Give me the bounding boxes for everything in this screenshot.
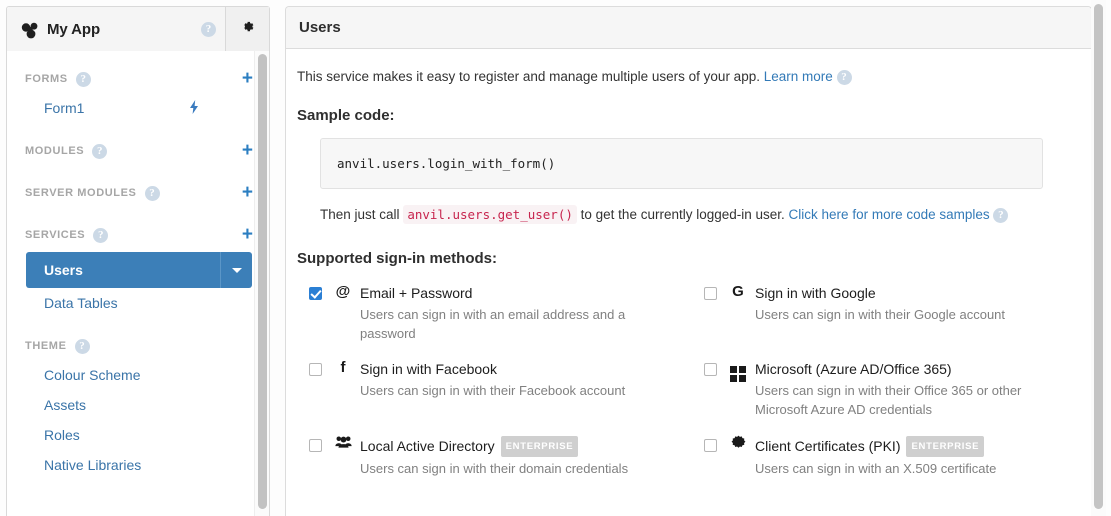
add-service-button[interactable]: + <box>242 225 253 244</box>
sidebar-section-theme: THEME ? <box>7 332 269 360</box>
help-circle-icon[interactable]: ? <box>836 69 852 85</box>
method-google[interactable]: G Sign in with Google Users can sign in … <box>704 276 1069 352</box>
sidebar-section-modules: MODULES ? + <box>7 137 269 165</box>
app-name-tab[interactable]: My App ? <box>7 7 227 51</box>
checkbox-microsoft[interactable] <box>704 363 717 376</box>
microsoft-windows-icon <box>728 359 748 382</box>
sidebar-item-label: Users <box>44 262 83 278</box>
sample-code-heading: Sample code: <box>297 107 395 124</box>
sidebar-item-label: Form1 <box>44 100 85 116</box>
then-just-call-line: Then just call anvil.users.get_user() to… <box>320 205 1069 224</box>
methods-heading: Supported sign-in methods: <box>297 250 497 267</box>
method-description: Users can sign in with an X.509 certific… <box>755 461 997 476</box>
sidebar-item-native-libraries[interactable]: Native Libraries <box>7 450 269 480</box>
app-title: My App <box>47 20 101 38</box>
method-local-active-directory[interactable]: Local Active Directory ENTERPRISE Users c… <box>309 428 669 487</box>
page-scrollbar[interactable] <box>1091 0 1106 516</box>
sidebar-item-users[interactable]: Users <box>26 252 252 288</box>
intro-paragraph: This service makes it easy to register a… <box>297 68 1069 86</box>
facebook-f-icon: f <box>340 359 346 376</box>
sidebar-tab-bar: My App ? <box>7 7 269 51</box>
sign-in-methods-grid: @ Email + Password Users can sign in wit… <box>297 276 1069 487</box>
main-panel: Users This service makes it easy to regi… <box>285 6 1092 516</box>
checkbox-facebook[interactable] <box>309 363 322 376</box>
gear-icon <box>240 19 255 39</box>
help-circle-icon[interactable]: ? <box>74 338 90 354</box>
method-title: Email + Password <box>360 285 473 301</box>
google-g-icon: G <box>732 283 744 300</box>
method-description: Users can sign in with their Google acco… <box>755 307 1006 322</box>
method-title: Client Certificates (PKI) ENTERPRISE <box>755 436 985 457</box>
sidebar-item-colour-scheme[interactable]: Colour Scheme <box>7 360 269 390</box>
method-description: Users can sign in with their Facebook ac… <box>360 383 626 398</box>
sidebar-section-server-modules: SERVER MODULES ? + <box>7 179 269 207</box>
learn-more-link[interactable]: Learn more <box>764 69 833 84</box>
help-circle-icon[interactable]: ? <box>75 71 91 87</box>
help-circle-icon[interactable]: ? <box>93 227 109 243</box>
method-title: Local Active Directory ENTERPRISE <box>360 436 579 457</box>
method-title: Sign in with Google <box>755 285 876 301</box>
method-title-text: Local Active Directory <box>360 438 495 454</box>
at-sign-icon: @ <box>335 283 351 300</box>
help-circle-icon[interactable]: ? <box>201 21 216 37</box>
settings-tab[interactable] <box>225 7 269 51</box>
checkbox-local-active-directory[interactable] <box>309 439 322 452</box>
method-title-text: Client Certificates (PKI) <box>755 438 901 454</box>
method-description: Users can sign in with their Office 365 … <box>755 383 1022 417</box>
method-facebook[interactable]: f Sign in with Facebook Users can sign i… <box>309 352 669 428</box>
page-scrollbar-thumb[interactable] <box>1094 4 1103 509</box>
enterprise-badge: ENTERPRISE <box>906 436 985 457</box>
main-body: This service makes it easy to register a… <box>286 49 1091 487</box>
app-root: My App ? FORMS ? + Form1 MODULES ? + SER… <box>0 0 1111 516</box>
add-form-button[interactable]: + <box>242 69 253 88</box>
method-microsoft[interactable]: Microsoft (Azure AD/Office 365) Users ca… <box>704 352 1069 428</box>
sidebar-scroll-area: FORMS ? + Form1 MODULES ? + SERVER MODUL… <box>7 51 269 516</box>
method-description: Users can sign in with an email address … <box>360 307 626 341</box>
method-title: Sign in with Facebook <box>360 361 497 377</box>
sidebar: My App ? FORMS ? + Form1 MODULES ? + SER… <box>6 6 270 516</box>
sidebar-item-assets[interactable]: Assets <box>7 390 269 420</box>
sidebar-item-roles[interactable]: Roles <box>7 420 269 450</box>
then-prefix-text: Then just call <box>320 207 400 222</box>
lightning-bolt-icon[interactable] <box>189 99 199 117</box>
main-header: Users <box>286 7 1091 49</box>
page-title: Users <box>299 19 341 36</box>
enterprise-badge: ENTERPRISE <box>500 436 579 457</box>
more-code-samples-link[interactable]: Click here for more code samples <box>789 207 990 222</box>
sample-code-block: anvil.users.login_with_form() <box>320 138 1043 189</box>
sidebar-item-data-tables[interactable]: Data Tables <box>7 288 269 318</box>
section-label-services: SERVICES <box>25 229 86 241</box>
section-label-server-modules: SERVER MODULES <box>25 187 137 199</box>
caret-down-icon <box>231 267 242 273</box>
anvil-blocks-logo-icon <box>21 22 40 39</box>
certificate-seal-icon <box>728 435 748 454</box>
method-description: Users can sign in with their domain cred… <box>360 461 629 476</box>
method-client-certificates[interactable]: Client Certificates (PKI) ENTERPRISE User… <box>704 428 1069 487</box>
section-label-forms: FORMS <box>25 73 68 85</box>
help-circle-icon[interactable]: ? <box>144 185 160 201</box>
checkbox-client-certificates[interactable] <box>704 439 717 452</box>
users-group-icon <box>333 435 353 453</box>
sidebar-scrollbar-thumb[interactable] <box>258 54 267 509</box>
intro-text: This service makes it easy to register a… <box>297 69 760 84</box>
sidebar-item-form1[interactable]: Form1 <box>7 93 269 123</box>
section-label-theme: THEME <box>25 340 67 352</box>
help-circle-icon[interactable]: ? <box>993 207 1009 223</box>
sidebar-section-services: SERVICES ? + <box>7 221 269 249</box>
add-server-module-button[interactable]: + <box>242 183 253 202</box>
then-suffix-text: to get the currently logged-in user. <box>580 207 785 222</box>
method-email-password[interactable]: @ Email + Password Users can sign in wit… <box>309 276 669 352</box>
sidebar-section-forms: FORMS ? + <box>7 65 269 93</box>
checkbox-google[interactable] <box>704 287 717 300</box>
get-user-code: anvil.users.get_user() <box>403 205 577 224</box>
section-label-modules: MODULES <box>25 145 85 157</box>
sidebar-scrollbar[interactable] <box>254 51 269 516</box>
help-circle-icon[interactable]: ? <box>92 143 108 159</box>
method-title: Microsoft (Azure AD/Office 365) <box>755 361 952 377</box>
users-dropdown-button[interactable] <box>220 252 252 288</box>
add-module-button[interactable]: + <box>242 141 253 160</box>
checkbox-email-password[interactable] <box>309 287 322 300</box>
